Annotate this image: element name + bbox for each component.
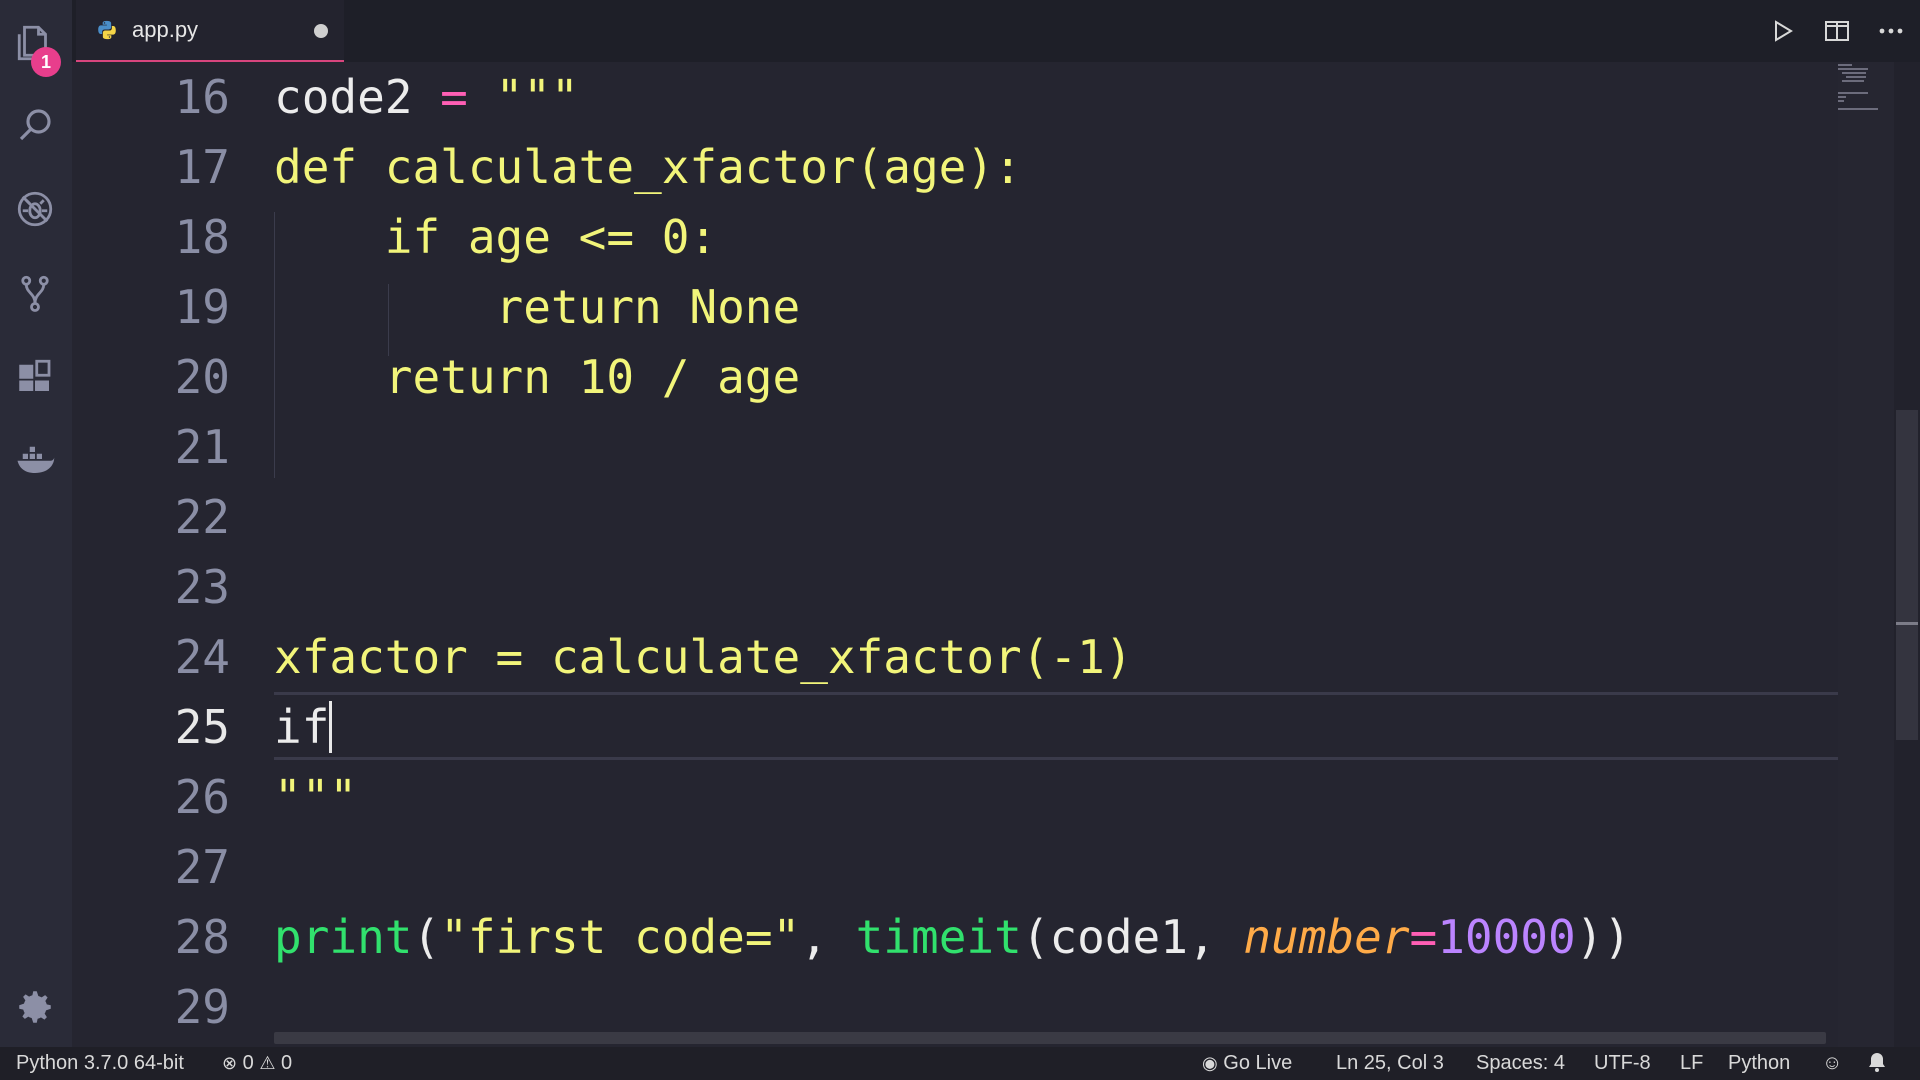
code-token: return None	[274, 280, 801, 334]
line-number: 17	[174, 140, 230, 194]
go-live-button[interactable]: ◉ Go Live	[1202, 1052, 1292, 1075]
code-line[interactable]: 20 return 10 / age	[72, 342, 1838, 412]
code-token: if	[274, 700, 330, 754]
code-token: =	[440, 70, 468, 124]
line-number: 19	[174, 280, 230, 334]
tab-label: app.py	[132, 17, 199, 42]
unsaved-dot-icon[interactable]	[314, 24, 328, 38]
code-line[interactable]: 19 return None	[72, 272, 1838, 342]
code-line[interactable]: 22	[72, 482, 1838, 552]
python-interpreter[interactable]: Python 3.7.0 64-bit	[16, 1052, 184, 1075]
vscode-window: 1 app.py 16 code2 = """ 17 def calculate…	[0, 0, 1920, 1080]
indentation[interactable]: Spaces: 4	[1476, 1052, 1565, 1075]
line-number: 22	[174, 490, 230, 544]
code-token: number	[1243, 910, 1410, 964]
explorer-badge: 1	[31, 47, 61, 77]
code-token: 10000	[1437, 910, 1576, 964]
code-token: ))	[1575, 910, 1632, 964]
code-token: "first code="	[440, 910, 801, 964]
text-cursor	[329, 701, 333, 753]
code-token: """	[467, 70, 579, 124]
notification-bell-icon[interactable]	[1868, 1052, 1886, 1078]
split-editor-icon[interactable]	[1822, 14, 1852, 48]
search-icon[interactable]	[12, 102, 58, 148]
line-number: 27	[174, 840, 230, 894]
code-line[interactable]: 28 print("first code=", timeit(code1, num…	[72, 902, 1838, 972]
code-token: ,	[800, 910, 856, 964]
debug-icon[interactable]	[12, 186, 58, 232]
code-token: print	[274, 910, 413, 964]
line-number: 28	[174, 910, 230, 964]
code-line[interactable]: 26 """	[72, 762, 1838, 832]
code-token: (code1,	[1021, 910, 1244, 964]
code-text: print("first code=", timeit(code1, numbe…	[274, 902, 1631, 972]
python-icon	[98, 20, 116, 40]
tab-app-py[interactable]: app.py	[76, 0, 344, 62]
broadcast-icon: ◉	[1202, 1053, 1218, 1073]
run-icon[interactable]	[1768, 14, 1798, 48]
code-token: xfactor = calculate_xfactor(-1)	[274, 630, 1133, 684]
line-number: 18	[174, 210, 230, 264]
more-icon[interactable]	[1876, 14, 1906, 48]
code-line[interactable]: 16 code2 = """	[72, 62, 1838, 132]
line-number: 26	[174, 770, 230, 824]
code-token: (	[412, 910, 441, 964]
line-ending[interactable]: LF	[1680, 1052, 1703, 1075]
line-number: 16	[174, 70, 230, 124]
source-control-icon[interactable]	[12, 270, 58, 316]
code-line[interactable]: 23	[72, 552, 1838, 622]
code-line[interactable]: 17 def calculate_xfactor(age):	[72, 132, 1838, 202]
code-editor[interactable]: 16 code2 = """ 17 def calculate_xfactor(age…	[72, 62, 1838, 1047]
vertical-scroll-thumb[interactable]	[1896, 410, 1918, 740]
encoding[interactable]: UTF-8	[1594, 1052, 1651, 1075]
code-token: code2	[274, 70, 441, 124]
code-line[interactable]: 24 xfactor = calculate_xfactor(-1)	[72, 622, 1838, 692]
code-token: def calculate_xfactor(age):	[274, 140, 1022, 194]
code-token: =	[1409, 910, 1438, 964]
error-count: 0	[242, 1052, 254, 1074]
code-token: timeit	[855, 910, 1022, 964]
minimap[interactable]	[1838, 62, 1894, 1047]
code-line[interactable]: 25 if	[72, 692, 1838, 762]
docker-icon[interactable]	[12, 436, 58, 482]
cursor-position-marker	[1896, 622, 1918, 625]
line-number: 29	[174, 980, 230, 1034]
error-icon: ⊗	[222, 1053, 238, 1073]
horizontal-scrollbar[interactable]	[274, 1032, 1826, 1044]
problems-indicator[interactable]: ⊗ 0 ⚠ 0	[222, 1052, 292, 1075]
activity-bar: 1	[0, 0, 72, 1047]
code-text: """	[274, 762, 357, 832]
status-bar: Python 3.7.0 64-bit ⊗ 0 ⚠ 0 ◉ Go Live Ln…	[0, 1047, 1920, 1080]
code-text: if	[274, 692, 333, 762]
gear-icon[interactable]	[12, 984, 58, 1030]
code-token: return 10 / age	[274, 350, 801, 404]
code-line[interactable]: 18 if age <= 0:	[72, 202, 1838, 272]
warning-icon: ⚠	[259, 1053, 276, 1073]
extensions-icon[interactable]	[12, 354, 58, 400]
line-number: 21	[174, 420, 230, 474]
line-number: 20	[174, 350, 230, 404]
go-live-label: Go Live	[1223, 1052, 1293, 1074]
code-text: if age <= 0:	[274, 202, 717, 272]
line-number: 25	[174, 700, 230, 754]
code-token: if age <= 0:	[274, 210, 718, 264]
code-text: def calculate_xfactor(age):	[274, 132, 1022, 202]
code-token: """	[274, 770, 358, 824]
code-text: return 10 / age	[274, 342, 800, 412]
language-mode[interactable]: Python	[1728, 1052, 1790, 1075]
line-number: 23	[174, 560, 230, 614]
line-number: 24	[174, 630, 230, 684]
code-line[interactable]: 27	[72, 832, 1838, 902]
editor-actions	[1768, 14, 1906, 48]
code-line[interactable]: 21	[72, 412, 1838, 482]
tab-bar: app.py	[72, 0, 1920, 62]
warning-count: 0	[281, 1052, 293, 1074]
feedback-smiley-icon[interactable]: ☺	[1822, 1052, 1842, 1075]
code-text: return None	[274, 272, 801, 342]
code-text: code2 = """	[274, 62, 579, 132]
cursor-position[interactable]: Ln 25, Col 3	[1336, 1052, 1444, 1075]
code-text: xfactor = calculate_xfactor(-1)	[274, 622, 1133, 692]
